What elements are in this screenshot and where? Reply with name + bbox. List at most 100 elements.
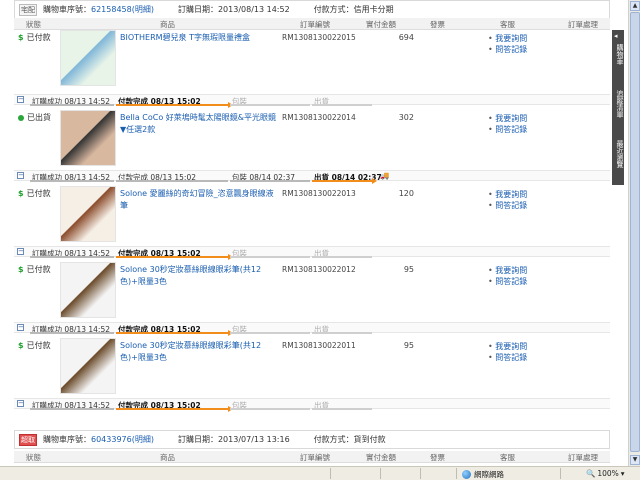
product-name-link[interactable]: Solone 30秒定妝慕絲眼線眼彩筆(共12色)+限量3色 xyxy=(120,340,280,364)
scroll-thumb[interactable] xyxy=(630,12,640,452)
collapse-arrow-icon[interactable]: ◂ xyxy=(614,32,618,40)
progress-bar-segment xyxy=(116,332,228,334)
order-label: 購物車序號： xyxy=(43,435,91,444)
col-amount: 實付金額 xyxy=(366,20,396,29)
ask-question-link[interactable]: 我要詢問 xyxy=(488,113,527,124)
dollar-icon: $ xyxy=(18,33,24,42)
side-tab-recent[interactable]: 最近瀏覽 xyxy=(612,140,624,168)
progress-bar-segment xyxy=(230,332,310,334)
status-label: 已付款 xyxy=(26,341,51,350)
dollar-icon: $ xyxy=(18,341,24,350)
product-name-link[interactable]: BIOTHERM碧兒泉 T字無瑕限量禮盒 xyxy=(120,32,280,44)
scroll-up-icon[interactable]: ▲ xyxy=(630,1,640,11)
collapse-icon[interactable]: − xyxy=(17,172,24,179)
progress-bar-segment xyxy=(312,180,372,182)
order-header: 超取 購物車序號： 60433976 (明細) 訂購日期：2013/07/13 … xyxy=(14,430,610,449)
order-progress: − 訂購成功 08/13 14:52 付款完成 08/13 15:02 包裝 出貨 xyxy=(14,398,610,412)
customer-service-links: 我要詢問問答記錄 xyxy=(488,113,527,135)
ask-question-link[interactable]: 我要詢問 xyxy=(488,341,527,352)
product-thumbnail[interactable] xyxy=(60,262,116,318)
order-detail-link[interactable]: (明細) xyxy=(132,4,154,15)
product-name-link[interactable]: Solone 30秒定妝慕絲眼線眼彩筆(共12色)+限量3色 xyxy=(120,264,280,288)
progress-bar-segment xyxy=(116,256,228,258)
paid-amount: 95 xyxy=(403,341,414,350)
product-thumbnail[interactable] xyxy=(60,186,116,242)
col-amount: 實付金額 xyxy=(366,453,396,462)
payment-method: 付款方式：信用卡分期 xyxy=(313,5,394,14)
progress-bar-segment xyxy=(312,256,372,258)
order-id: RM1308130022012 xyxy=(282,265,356,274)
qa-history-link[interactable]: 問答記錄 xyxy=(488,124,527,135)
qa-history-link[interactable]: 問答記錄 xyxy=(488,44,527,55)
order-number-link[interactable]: 62158458 xyxy=(91,5,132,14)
truck-icon: 🚚 xyxy=(380,171,390,180)
order-progress: − 訂購成功 08/13 14:52 付款完成 08/13 15:02 包裝 出貨 xyxy=(14,94,610,108)
collapse-icon[interactable]: − xyxy=(17,96,24,103)
customer-service-links: 我要詢問問答記錄 xyxy=(488,33,527,55)
progress-bar-segment xyxy=(30,256,114,258)
product-name-link[interactable]: Bella CoCo 好萊塢時髦太陽眼鏡&平光眼鏡▼任選2款 xyxy=(120,112,280,136)
shipped-dot-icon xyxy=(18,114,24,121)
progress-bar-segment xyxy=(312,104,372,106)
collapse-icon[interactable]: − xyxy=(17,248,24,255)
progress-bar-segment xyxy=(230,104,310,106)
dollar-icon: $ xyxy=(18,265,24,274)
pickup-tag: 超取 xyxy=(19,433,37,446)
globe-icon xyxy=(462,470,471,479)
order-id: RM1308130022014 xyxy=(282,113,356,122)
order-number-link[interactable]: 60433976 xyxy=(91,435,132,444)
browser-status-bar: 網際網路 🔍 100% ▾ xyxy=(0,466,640,480)
item-status: 已出貨 xyxy=(18,112,51,123)
chevron-down-icon: ▾ xyxy=(620,469,625,478)
order-item-row: 已出貨 Bella CoCo 好萊塢時髦太陽眼鏡&平光眼鏡▼任選2款 RM13081… xyxy=(14,110,610,172)
progress-bar-segment xyxy=(30,104,114,106)
item-status: $ 已付款 xyxy=(18,340,51,351)
progress-bar-segment xyxy=(30,180,114,182)
product-thumbnail[interactable] xyxy=(60,110,116,166)
progress-bar-segment xyxy=(230,408,310,410)
security-zone: 網際網路 xyxy=(462,469,504,480)
qa-history-link[interactable]: 問答記錄 xyxy=(488,352,527,363)
col-product: 商品 xyxy=(160,453,175,462)
column-header: 狀態 商品 訂單編號 實付金額 發票 客服 訂單處理 xyxy=(14,18,610,30)
progress-bar-segment xyxy=(230,180,310,182)
col-order-id: 訂單編號 xyxy=(300,20,330,29)
order-id: RM1308130022013 xyxy=(282,189,356,198)
ask-question-link[interactable]: 我要詢問 xyxy=(488,189,527,200)
zone-label: 網際網路 xyxy=(474,470,504,479)
col-service: 客服 xyxy=(500,453,515,462)
order-item-row: $ 已付款 Solone 30秒定妝慕絲眼線眼彩筆(共12色)+限量3色 RM1308… xyxy=(14,262,610,324)
side-tab-tracking[interactable]: 追蹤清單 xyxy=(612,90,624,118)
vertical-scrollbar[interactable]: ▲ ▼ xyxy=(628,0,640,468)
scroll-down-icon[interactable]: ▼ xyxy=(630,455,640,465)
product-name-link[interactable]: Solone 愛麗絲的奇幻冒險_恣意飄身眼線液筆 xyxy=(120,188,280,212)
col-invoice: 發票 xyxy=(430,20,445,29)
qa-history-link[interactable]: 問答記錄 xyxy=(488,276,527,287)
customer-service-links: 我要詢問問答記錄 xyxy=(488,265,527,287)
zoom-control[interactable]: 🔍 100% ▾ xyxy=(586,469,625,478)
delivery-tag: 宅配 xyxy=(19,3,37,16)
collapse-icon[interactable]: − xyxy=(17,324,24,331)
order-progress: − 訂購成功 08/13 14:52 付款完成 08/13 15:02 包裝 出貨 xyxy=(14,246,610,260)
collapse-icon[interactable]: − xyxy=(17,400,24,407)
order-id: RM1308130022015 xyxy=(282,33,356,42)
side-panel: ◂ 購物車 追蹤清單 最近瀏覽 xyxy=(612,30,624,185)
order-detail-link[interactable]: (明細) xyxy=(132,434,154,445)
zoom-level: 100% xyxy=(597,469,619,478)
product-thumbnail[interactable] xyxy=(60,338,116,394)
order-progress: − 訂購成功 08/13 14:52 付款完成 08/13 15:02 包裝 08/1… xyxy=(14,170,610,184)
item-status: $ 已付款 xyxy=(18,32,51,43)
order-header: 宅配 購物車序號： 62158458 (明細) 訂購日期：2013/08/13 … xyxy=(14,0,610,19)
progress-bar-segment xyxy=(116,180,228,182)
order-progress: − 訂購成功 08/13 14:52 付款完成 08/13 15:02 包裝 出貨 xyxy=(14,322,610,336)
qa-history-link[interactable]: 問答記錄 xyxy=(488,200,527,211)
side-tab-cart[interactable]: 購物車 xyxy=(612,44,624,65)
order-item-row: $ 已付款 BIOTHERM碧兒泉 T字無瑕限量禮盒 RM1308130022015 6… xyxy=(14,30,610,92)
ask-question-link[interactable]: 我要詢問 xyxy=(488,265,527,276)
col-status: 狀態 xyxy=(26,20,41,29)
ask-question-link[interactable]: 我要詢問 xyxy=(488,33,527,44)
order-item-row: $ 已付款 Solone 30秒定妝慕絲眼線眼彩筆(共12色)+限量3色 RM1308… xyxy=(14,338,610,400)
product-thumbnail[interactable] xyxy=(60,30,116,86)
customer-service-links: 我要詢問問答記錄 xyxy=(488,189,527,211)
payment-method: 付款方式：貨到付款 xyxy=(313,435,386,444)
